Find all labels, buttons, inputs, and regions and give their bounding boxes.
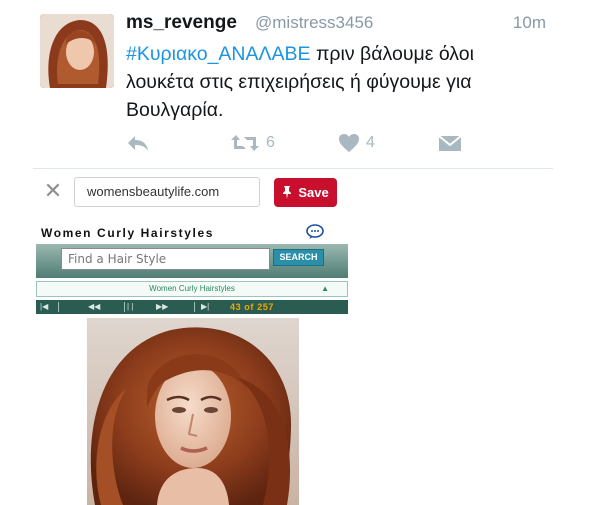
collapse-arrow-icon: ▲ (321, 284, 329, 293)
hairstyle-photo[interactable] (87, 318, 299, 505)
pause-button[interactable]: | | (127, 300, 133, 314)
hairstyle-search-input[interactable]: Find a Hair Style (61, 248, 270, 270)
tweet: ms_revenge @mistress3456 10m #Κυριακο_ΑΝ… (0, 0, 600, 168)
save-label: Save (298, 185, 329, 200)
heart-icon (339, 134, 359, 152)
pin-toolbar: ✕ womensbeautylife.com Save (33, 169, 553, 217)
pinned-page-preview: Women Curly Hairstyles Find a Hair Style… (33, 218, 348, 505)
retweet-icon (231, 135, 259, 151)
category-label: Women Curly Hairstyles (149, 284, 235, 293)
avatar-image (40, 14, 114, 88)
site-title: Women Curly Hairstyles (41, 226, 215, 240)
first-image-button[interactable]: |◀ (40, 300, 48, 314)
previous-image-button[interactable]: ◀◀ (88, 300, 100, 314)
woman-portrait-image (87, 318, 299, 505)
like-button[interactable]: 4 (338, 130, 375, 156)
pushpin-icon (283, 186, 292, 199)
display-name[interactable]: ms_revenge (126, 12, 237, 34)
user-handle[interactable]: @mistress3456 (255, 13, 373, 33)
search-button[interactable]: SEARCH (273, 249, 324, 266)
retweet-count: 6 (266, 134, 275, 151)
tweet-text: #Κυριακο_ΑΝΑΛΑΒΕ πριν βάλουμε όλοι λουκέ… (126, 40, 546, 124)
direct-message-button[interactable] (438, 130, 462, 156)
reply-icon (128, 136, 148, 151)
chat-bubble-icon[interactable] (306, 224, 324, 245)
next-image-button[interactable]: ▶▶ (156, 300, 168, 314)
pager-separator (194, 302, 195, 312)
category-selector[interactable]: Women Curly Hairstyles ▲ (36, 281, 348, 297)
image-counter: 43 of 257 (230, 302, 274, 312)
hashtag-link[interactable]: #Κυριακο_ΑΝΑΛΑΒΕ (126, 43, 311, 65)
reply-button[interactable] (126, 130, 150, 156)
avatar[interactable] (40, 14, 114, 88)
tweet-timestamp[interactable]: 10m (513, 13, 546, 33)
pager-separator (124, 302, 125, 312)
save-button[interactable]: Save (274, 178, 337, 207)
search-band: Find a Hair Style SEARCH (36, 244, 348, 278)
source-url: womensbeautylife.com (74, 177, 260, 207)
pager-separator (58, 302, 59, 312)
close-icon[interactable]: ✕ (42, 180, 64, 202)
gallery-pager: |◀ ◀◀ | | ▶▶ ▶| 43 of 257 (36, 300, 348, 314)
last-image-button[interactable]: ▶| (201, 300, 209, 314)
like-count: 4 (366, 134, 375, 151)
envelope-icon (438, 135, 462, 151)
tweet-actions: 6 4 (126, 130, 546, 156)
retweet-button[interactable]: 6 (230, 130, 275, 156)
